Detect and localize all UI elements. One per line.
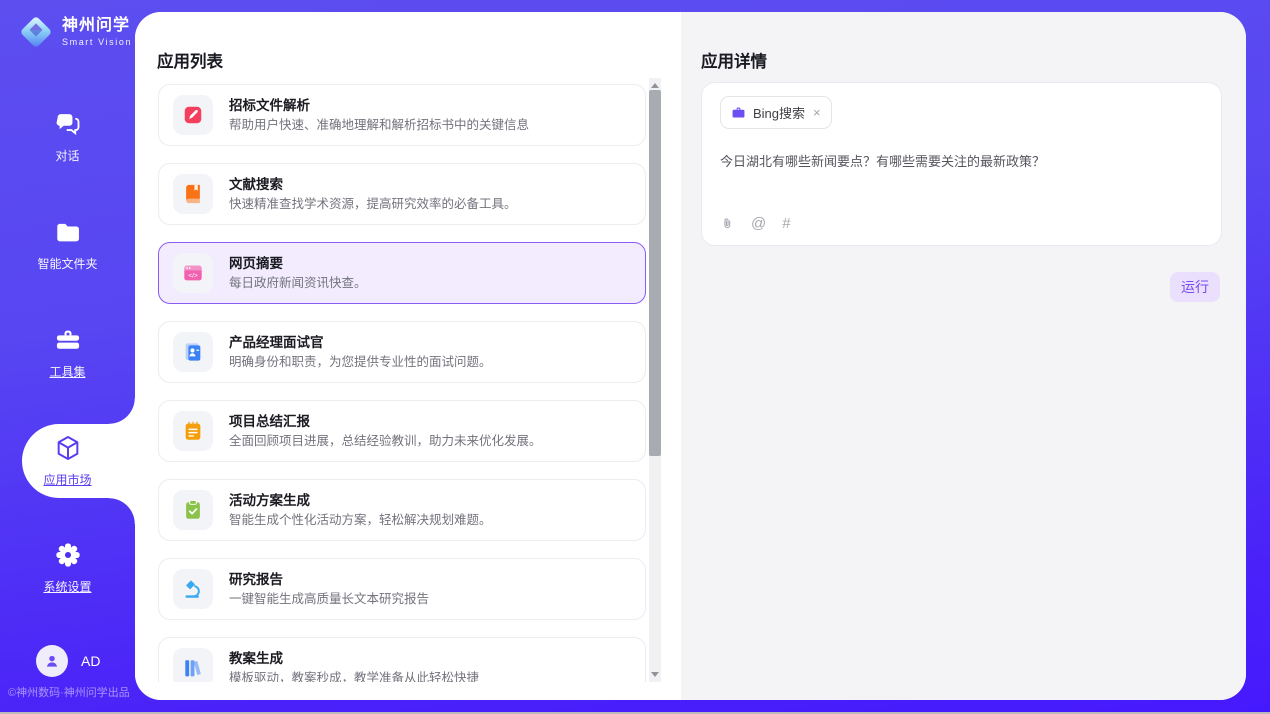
hashtag-icon[interactable]: # (782, 215, 790, 232)
app-card-web-summary[interactable]: </> 网页摘要 每日政府新闻资讯快查。 (158, 242, 646, 304)
interview-icon (173, 332, 213, 372)
books-icon (173, 648, 213, 682)
scrollbar-down-arrow-icon[interactable] (651, 672, 659, 677)
app-card-title: 产品经理面试官 (229, 336, 492, 350)
user-initials: AD (81, 653, 100, 669)
sidebar: 神州问学 Smart Vision 对话 智能文件夹 工具集 应用市场 系统设置… (0, 0, 135, 712)
app-card-title: 研究报告 (229, 573, 429, 587)
tag-close-icon[interactable]: × (813, 105, 821, 120)
toolbox-icon (54, 341, 82, 358)
app-detail-title: 应用详情 (701, 48, 767, 72)
sidebar-item-smart-folder[interactable]: 智能文件夹 (0, 218, 135, 272)
app-card-title: 网页摘要 (229, 257, 367, 271)
app-list-title: 应用列表 (157, 48, 223, 72)
tool-tag-bing-search[interactable]: Bing搜索 × (720, 96, 832, 129)
avatar[interactable] (36, 645, 68, 677)
app-card-title: 招标文件解析 (229, 99, 529, 113)
app-card-pm-interviewer[interactable]: 产品经理面试官 明确身份和职责，为您提供专业性的面试问题。 (158, 321, 646, 383)
cube-icon (54, 449, 82, 466)
app-card-title: 活动方案生成 (229, 494, 492, 508)
user-row[interactable]: AD (36, 645, 100, 677)
mention-icon[interactable]: @ (751, 215, 766, 232)
app-card-description: 明确身份和职责，为您提供专业性的面试问题。 (229, 356, 492, 369)
sidebar-item-system-settings[interactable]: 系统设置 (0, 541, 135, 595)
brand-logo: 神州问学 Smart Vision (16, 12, 132, 52)
brand-diamond-icon (16, 12, 56, 52)
app-card-description: 智能生成个性化活动方案，轻松解决规划难题。 (229, 514, 492, 527)
sidebar-item-toolbox[interactable]: 工具集 (0, 326, 135, 380)
attachment-icon[interactable] (720, 216, 735, 231)
app-list-panel: 应用列表 招标文件解析 帮助用户快速、准确地理解和解析招标书中的关键信息 文献搜… (135, 12, 681, 700)
sidebar-item-chat[interactable]: 对话 (0, 110, 135, 164)
notepad-icon (173, 411, 213, 451)
copyright-footer: ©神州数码·神州问学出品 (8, 684, 130, 700)
gear-icon (54, 556, 82, 573)
brand-name: 神州问学 (62, 17, 132, 35)
prompt-toolbar: @ # (720, 215, 791, 232)
brand-subtitle: Smart Vision (62, 37, 132, 47)
sidebar-item-app-market[interactable]: 应用市场 (0, 434, 135, 488)
app-card-description: 模板驱动，教案秒成，教学准备从此轻松快捷 (229, 672, 479, 682)
app-card-description: 帮助用户快速、准确地理解和解析招标书中的关键信息 (229, 119, 529, 132)
app-card-title: 项目总结汇报 (229, 415, 542, 429)
app-card-description: 每日政府新闻资讯快查。 (229, 277, 367, 290)
folder-icon (54, 233, 82, 250)
svg-text:</>: </> (188, 272, 198, 279)
clipboard-icon (173, 490, 213, 530)
edit-icon (173, 95, 213, 135)
run-button[interactable]: 运行 (1170, 272, 1220, 302)
book-icon (173, 174, 213, 214)
app-window: 神州问学 Smart Vision 对话 智能文件夹 工具集 应用市场 系统设置… (0, 0, 1270, 712)
tool-tag-label: Bing搜索 (753, 103, 805, 122)
app-card-bid-analysis[interactable]: 招标文件解析 帮助用户快速、准确地理解和解析招标书中的关键信息 (158, 84, 646, 146)
browser-code-icon: </> (173, 253, 213, 293)
app-detail-panel: 应用详情 Bing搜索 × 今日湖北有哪些新闻要点？有哪些需要关注的最新政策？ … (681, 12, 1246, 700)
app-card-title: 文献搜索 (229, 178, 517, 192)
app-card-literature-search[interactable]: 文献搜索 快速精准查找学术资源，提高研究效率的必备工具。 (158, 163, 646, 225)
main-content: 应用列表 招标文件解析 帮助用户快速、准确地理解和解析招标书中的关键信息 文献搜… (135, 12, 1246, 700)
app-card-title: 教案生成 (229, 652, 479, 666)
app-card-project-summary[interactable]: 项目总结汇报 全面回顾项目进展，总结经验教训，助力未来优化发展。 (158, 400, 646, 462)
prompt-text[interactable]: 今日湖北有哪些新闻要点？有哪些需要关注的最新政策？ (720, 153, 1203, 171)
app-card-activity-plan[interactable]: 活动方案生成 智能生成个性化活动方案，轻松解决规划难题。 (158, 479, 646, 541)
briefcase-icon (731, 105, 746, 120)
chat-icon (54, 125, 82, 142)
app-card-description: 快速精准查找学术资源，提高研究效率的必备工具。 (229, 198, 517, 211)
app-card-description: 一键智能生成高质量长文本研究报告 (229, 593, 429, 606)
scrollbar-thumb[interactable] (649, 90, 661, 456)
app-card-research-report[interactable]: 研究报告 一键智能生成高质量长文本研究报告 (158, 558, 646, 620)
microscope-icon (173, 569, 213, 609)
app-list-scrollbar[interactable] (649, 78, 661, 682)
prompt-card[interactable]: Bing搜索 × 今日湖北有哪些新闻要点？有哪些需要关注的最新政策？ @ # (701, 82, 1222, 246)
app-card-lesson-plan[interactable]: 教案生成 模板驱动，教案秒成，教学准备从此轻松快捷 (158, 637, 646, 682)
app-card-description: 全面回顾项目进展，总结经验教训，助力未来优化发展。 (229, 435, 542, 448)
app-list: 招标文件解析 帮助用户快速、准确地理解和解析招标书中的关键信息 文献搜索 快速精… (158, 84, 646, 682)
scrollbar-up-arrow-icon[interactable] (651, 83, 659, 88)
